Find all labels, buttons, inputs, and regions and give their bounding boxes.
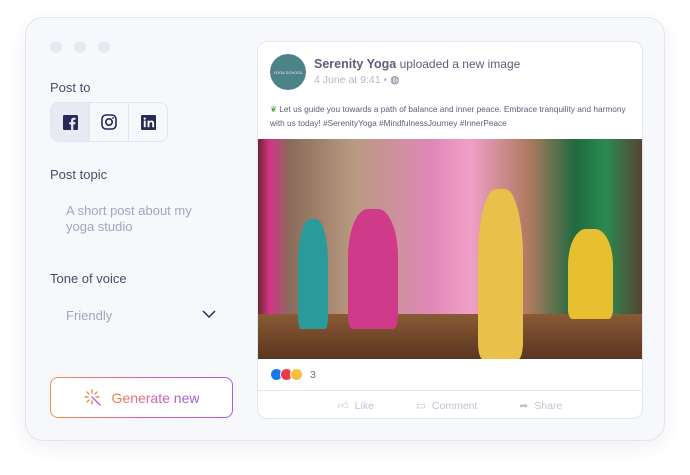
post-topic-input[interactable]: A short post about my yoga studio [66, 203, 216, 235]
share-icon: ➦ [519, 399, 529, 412]
facebook-button[interactable] [51, 103, 90, 141]
post-topic-label: Post topic [50, 167, 108, 182]
post-actions: 👍︎ Like ▭ Comment ➦ Share [258, 390, 642, 418]
tone-select[interactable]: Friendly [66, 308, 216, 326]
instagram-icon [101, 114, 117, 130]
like-button[interactable]: 👍︎ Like [337, 399, 374, 413]
separator: • [383, 74, 388, 86]
tone-label: Tone of voice [50, 271, 127, 286]
comment-icon: ▭ [415, 399, 426, 412]
share-button[interactable]: ➦ Share [519, 400, 562, 412]
comment-button[interactable]: ▭ Comment [416, 400, 477, 412]
facebook-icon [62, 114, 78, 130]
generate-new-button[interactable]: Generate new [50, 377, 233, 418]
window-dot [98, 41, 110, 53]
globe-icon: ◍ [390, 74, 400, 86]
instagram-button[interactable] [90, 103, 129, 141]
post-image[interactable] [258, 139, 642, 359]
generate-label: Generate new [111, 389, 200, 406]
magic-wand-icon [83, 388, 101, 406]
post-text: ❦ Let us guide you towards a path of bal… [270, 104, 626, 128]
reactions[interactable]: 3 [270, 368, 316, 381]
chevron-down-icon [202, 310, 216, 319]
reaction-count: 3 [310, 368, 316, 381]
post-to-label: Post to [50, 80, 91, 95]
window-dot [74, 41, 86, 53]
page-name[interactable]: Serenity Yoga [314, 57, 396, 71]
post-date[interactable]: 4 June at 9:41 [314, 74, 381, 86]
post-header: Serenity Yoga uploaded a new image [314, 57, 520, 71]
window-dot [50, 41, 62, 53]
thumbs-up-icon: 👍︎ [337, 400, 349, 412]
leaf-icon: ❦ [270, 104, 277, 114]
linkedin-icon [140, 114, 156, 130]
facebook-post-preview: YOGA SCHOOL Serenity Yoga uploaded a new… [257, 41, 643, 419]
care-reaction-icon [290, 368, 303, 381]
linkedin-button[interactable] [129, 103, 167, 141]
post-meta: 4 June at 9:41 • ◍ [314, 74, 399, 86]
page-avatar: YOGA SCHOOL [270, 54, 306, 90]
tone-value: Friendly [66, 308, 113, 323]
post-action: uploaded a new image [399, 57, 521, 71]
network-selector [50, 102, 168, 142]
composer-window: Post to Post topic A short post about my… [25, 17, 665, 441]
